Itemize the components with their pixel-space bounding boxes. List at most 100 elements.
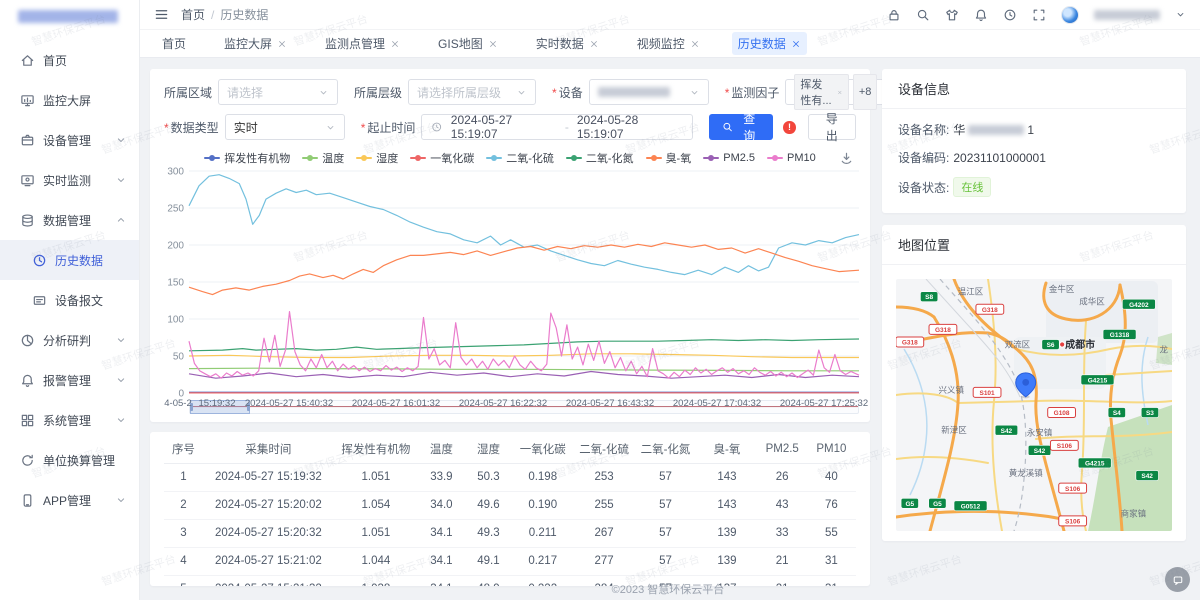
close-icon[interactable] (837, 88, 843, 97)
device-location-map[interactable]: S8G4202S6G1318G4215S4S3S42S42G4215S42G5G… (896, 279, 1172, 531)
sidebar-item-big-screen[interactable]: 监控大屏 (0, 80, 139, 120)
data-type-label: *数据类型 (164, 119, 219, 136)
table-col-header: PM10 (807, 436, 856, 463)
region-select[interactable]: 请选择 (218, 79, 338, 105)
close-tab-icon[interactable] (390, 39, 400, 49)
close-tab-icon[interactable] (690, 39, 700, 49)
legend-item-臭-氧[interactable]: 臭-氧 (646, 150, 692, 166)
chat-fab-button[interactable] (1165, 567, 1190, 592)
svg-text:G4202: G4202 (1129, 302, 1149, 309)
legend-item-挥发性有机物[interactable]: 挥发性有机物 (204, 150, 290, 166)
legend-item-PM10[interactable]: PM10 (767, 152, 816, 164)
svg-text:G0512: G0512 (961, 503, 981, 510)
sidebar-item-analysis[interactable]: 分析研判 (0, 320, 139, 360)
user-avatar[interactable] (1061, 6, 1079, 24)
breadcrumb-separator: / (211, 8, 214, 22)
factor-more-tag[interactable]: +8 (853, 74, 878, 110)
legend-item-PM2.5[interactable]: PM2.5 (703, 152, 755, 164)
sidebar-item-device-message[interactable]: 设备报文 (0, 280, 139, 320)
map-label-city: 成都市 (1065, 338, 1095, 351)
chevron-down-icon (318, 87, 329, 98)
sidebar-item-home[interactable]: 首页 (0, 40, 139, 80)
device-name-row: 设备名称: 华 1 (898, 121, 1170, 138)
level-select[interactable]: 请选择所属层级 (408, 79, 536, 105)
device-select[interactable] (589, 79, 709, 105)
sidebar-item-data-mgmt[interactable]: 数据管理 (0, 200, 139, 240)
legend-item-二氧-化氮[interactable]: 二氧-化氮 (566, 150, 634, 166)
device-code-value: 20231101000001 (953, 151, 1046, 165)
svg-text:150: 150 (167, 278, 184, 289)
road-shield-G0512: G0512 (954, 501, 987, 511)
history-line-chart: 挥发性有机物温度湿度一氧化碳二氧-化硫二氧-化氮臭-氧PM2.5PM10 050… (164, 149, 856, 414)
sidebar-item-device-mgmt[interactable]: 设备管理 (0, 120, 139, 160)
fullscreen-icon[interactable] (1032, 8, 1046, 22)
svg-text:50: 50 (173, 352, 185, 363)
time-start-value: 2024-05-27 15:19:07 (451, 113, 557, 141)
lock-icon[interactable] (887, 8, 901, 22)
road-shield-G318: G318 (896, 337, 924, 347)
close-tab-icon[interactable] (589, 39, 599, 49)
table-col-header: 序号 (164, 436, 203, 463)
content: 所属区域 请选择 所属层级 请选择所属层级 (140, 59, 1200, 600)
sidebar-item-system-mgmt[interactable]: 系统管理 (0, 400, 139, 440)
data-type-select[interactable]: 实时 (225, 114, 345, 140)
theme-skin-icon[interactable] (945, 8, 959, 22)
notification-bell-icon[interactable] (974, 8, 988, 22)
legend-item-温度[interactable]: 温度 (302, 150, 344, 166)
legend-item-湿度[interactable]: 湿度 (356, 150, 398, 166)
region-label: 所属区域 (164, 84, 212, 101)
svg-text:G108: G108 (1054, 410, 1070, 417)
collapse-menu-icon[interactable] (154, 7, 169, 22)
svg-text:S106: S106 (1057, 443, 1073, 450)
export-button[interactable]: 导出 (808, 114, 856, 140)
close-tab-icon[interactable] (277, 39, 287, 49)
svg-text:G318: G318 (935, 327, 951, 334)
chevron-down-icon[interactable] (1175, 9, 1186, 20)
road-shield-S101: S101 (973, 387, 1001, 397)
road-shield-G5: G5 (929, 498, 946, 508)
tab-首页[interactable]: 首页 (156, 32, 192, 55)
sidebar-item-alarm-mgmt[interactable]: 报警管理 (0, 360, 139, 400)
analysis-icon (20, 333, 35, 348)
svg-text:S42: S42 (1001, 428, 1013, 435)
tab-监测点管理[interactable]: 监测点管理 (319, 32, 406, 55)
sidebar-item-unit-convert[interactable]: 单位换算管理 (0, 440, 139, 480)
x-axis-label: 15:19:32 (199, 398, 236, 409)
road-shield-S6: S6 (1042, 340, 1059, 350)
monitor-icon (20, 173, 35, 188)
tab-监控大屏[interactable]: 监控大屏 (218, 32, 293, 55)
sidebar-item-realtime-monitor[interactable]: 实时监测 (0, 160, 139, 200)
database-icon (20, 213, 35, 228)
time-range-input[interactable]: 2024-05-27 15:19:07 - 2024-05-28 15:19:0… (421, 114, 693, 140)
chart-legend: 挥发性有机物温度湿度一氧化碳二氧-化硫二氧-化氮臭-氧 PM2.5 PM10 (164, 149, 856, 167)
sidebar-item-app-mgmt[interactable]: APP管理 (0, 480, 139, 520)
svg-text:G5: G5 (933, 501, 942, 508)
map-label-双流区: 双流区 (1005, 340, 1031, 350)
legend-item-一氧化碳[interactable]: 一氧化碳 (410, 150, 474, 166)
close-tab-icon[interactable] (488, 39, 498, 49)
search-icon (722, 121, 733, 133)
sidebar-item-history-data[interactable]: 历史数据 (0, 240, 139, 280)
close-tab-icon[interactable] (791, 39, 801, 49)
x-axis-label: 2024-05-27 17:04:32 (673, 398, 761, 409)
clock-icon[interactable] (1003, 8, 1017, 22)
legend-item-二氧-化硫[interactable]: 二氧-化硫 (486, 150, 554, 166)
tab-GIS地图[interactable]: GIS地图 (432, 32, 504, 55)
table-col-header: 挥发性有机物 (334, 436, 418, 463)
download-chart-icon[interactable] (839, 151, 854, 166)
tab-视频监控[interactable]: 视频监控 (631, 32, 706, 55)
factor-tag[interactable]: 挥发性有... (794, 74, 848, 110)
search-icon[interactable] (916, 8, 930, 22)
chevron-down-icon (115, 174, 127, 186)
tab-bar: 首页 监控大屏 监测点管理 GIS地图 实时数据 视频监控 历史数据 (140, 30, 1200, 58)
breadcrumb-home[interactable]: 首页 (181, 6, 205, 23)
road-shield-G4215: G4215 (1081, 375, 1114, 385)
tab-历史数据[interactable]: 历史数据 (732, 32, 807, 55)
map-label-商家镇: 商家镇 (1121, 508, 1147, 518)
topbar-actions (887, 6, 1186, 24)
filter-device: *设备 (552, 79, 709, 105)
tab-实时数据[interactable]: 实时数据 (530, 32, 605, 55)
road-shield-S106: S106 (1059, 516, 1087, 526)
device-name-redacted (968, 125, 1024, 135)
search-button[interactable]: 查询 (709, 114, 773, 140)
